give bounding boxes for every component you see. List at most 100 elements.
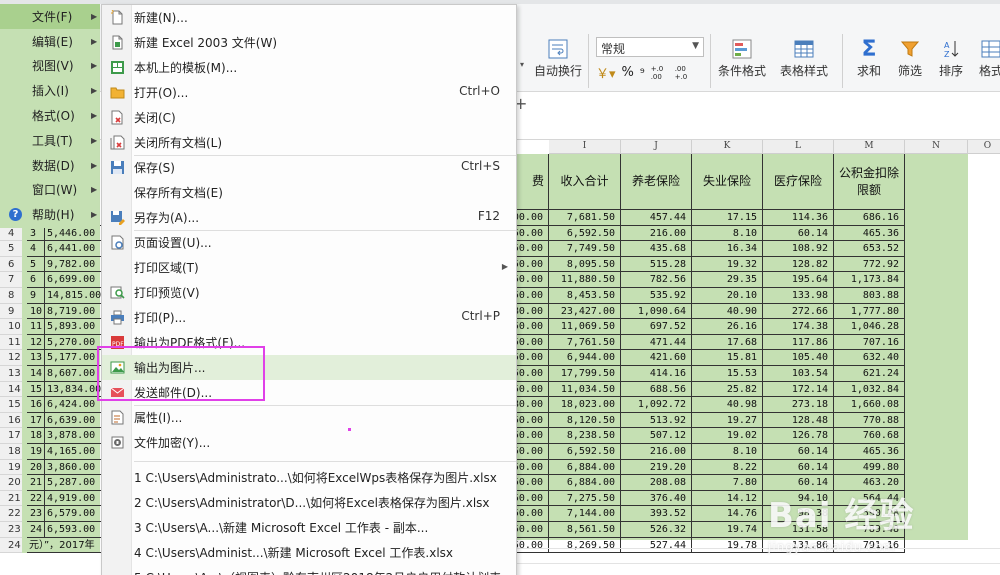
- fee-cell[interactable]: 50.00: [512, 319, 549, 335]
- fund-cell[interactable]: 1,173.84: [834, 272, 905, 288]
- amount-cell[interactable]: 5,287.00: [45, 475, 101, 491]
- pension-cell[interactable]: 219.20: [621, 459, 692, 476]
- fund-cell[interactable]: 707.16: [834, 334, 905, 351]
- sequence-cell[interactable]: 12: [27, 334, 45, 351]
- pension-cell[interactable]: 421.60: [621, 350, 692, 366]
- unemp-cell[interactable]: 7.80: [692, 475, 763, 491]
- medical-cell[interactable]: 108.92: [763, 241, 834, 257]
- sequence-cell[interactable]: 16: [27, 397, 45, 413]
- unemp-cell[interactable]: 14.12: [692, 490, 763, 507]
- income-cell[interactable]: 6,944.00: [549, 350, 621, 366]
- unemp-cell[interactable]: 19.27: [692, 412, 763, 429]
- row-number[interactable]: 14: [0, 381, 22, 398]
- ribbon-overflow-chevron[interactable]: ▾: [520, 60, 524, 69]
- amount-cell[interactable]: 4,919.00: [45, 491, 101, 507]
- row-number[interactable]: 17: [0, 428, 22, 444]
- fund-cell[interactable]: 1,032.84: [834, 381, 905, 398]
- medical-cell[interactable]: 172.14: [763, 381, 834, 398]
- income-cell[interactable]: 7,144.00: [549, 506, 621, 522]
- sequence-cell[interactable]: 13: [27, 350, 45, 366]
- pension-cell[interactable]: 1,092.72: [621, 397, 692, 413]
- sequence-cell[interactable]: 19: [27, 444, 45, 460]
- fee-cell[interactable]: 50.00: [512, 381, 549, 398]
- sort-button[interactable]: AZ 排序: [938, 36, 964, 79]
- increase-decimal-button[interactable]: +.0 .00: [651, 65, 669, 81]
- income-cell[interactable]: 11,034.50: [549, 381, 621, 398]
- medical-cell[interactable]: 126.78: [763, 428, 834, 444]
- row-number[interactable]: 9: [0, 303, 22, 320]
- unemp-cell[interactable]: 16.34: [692, 241, 763, 257]
- sequence-cell[interactable]: 22: [27, 490, 45, 507]
- table-header-cell[interactable]: 失业保险: [692, 154, 763, 210]
- unemp-cell[interactable]: 25.82: [692, 381, 763, 398]
- decrease-decimal-button[interactable]: .00 +.0: [675, 65, 693, 81]
- income-cell[interactable]: 7,275.50: [549, 490, 621, 507]
- column-header[interactable]: M: [834, 140, 905, 154]
- fee-cell[interactable]: 80.00: [512, 303, 549, 320]
- fee-cell[interactable]: 50.00: [512, 334, 549, 351]
- income-cell[interactable]: 7,749.50: [549, 241, 621, 257]
- fee-cell[interactable]: 50.00: [512, 225, 549, 242]
- amount-cell[interactable]: 3,878.00: [45, 428, 101, 444]
- fund-cell[interactable]: 772.92: [834, 256, 905, 273]
- row-number[interactable]: 22: [0, 506, 22, 522]
- column-header[interactable]: J: [621, 140, 692, 154]
- unemp-cell[interactable]: 19.02: [692, 428, 763, 444]
- file-menu-item[interactable]: 新建 Excel 2003 文件(W): [102, 30, 516, 55]
- fee-cell[interactable]: 80.00: [512, 397, 549, 413]
- unemp-cell[interactable]: 8.10: [692, 225, 763, 242]
- income-cell[interactable]: 11,880.50: [549, 272, 621, 288]
- sequence-cell[interactable]: 6: [27, 272, 45, 288]
- unemp-cell[interactable]: 17.15: [692, 210, 763, 226]
- medical-cell[interactable]: 114.36: [763, 210, 834, 226]
- main-menu-item[interactable]: 格式(O) ▶: [0, 103, 100, 128]
- main-menu-item[interactable]: 数据(D) ▶: [0, 153, 100, 178]
- pension-cell[interactable]: 527.44: [621, 537, 692, 554]
- row-number[interactable]: 12: [0, 350, 22, 366]
- fee-cell[interactable]: 50.00: [512, 490, 549, 507]
- fee-cell[interactable]: 50.00: [512, 428, 549, 444]
- amount-cell[interactable]: 元）”，2017年: [27, 538, 101, 554]
- fund-cell[interactable]: 770.88: [834, 412, 905, 429]
- fund-cell[interactable]: 499.80: [834, 459, 905, 476]
- file-menu-item[interactable]: 文件加密(Y)...: [102, 430, 516, 455]
- fund-cell[interactable]: 803.88: [834, 288, 905, 304]
- column-header[interactable]: L: [763, 140, 834, 154]
- amount-cell[interactable]: 9,782.00: [45, 257, 101, 273]
- fee-cell[interactable]: 50.00: [512, 366, 549, 382]
- row-number[interactable]: 10: [0, 319, 22, 335]
- unemp-cell[interactable]: 20.10: [692, 288, 763, 304]
- recent-file-item[interactable]: 5 C:\Users\A...\（视图表）黔东南州区2018年2月户户用付款计划…: [134, 569, 513, 575]
- pension-cell[interactable]: 216.00: [621, 444, 692, 460]
- fund-cell[interactable]: 465.36: [834, 225, 905, 242]
- income-cell[interactable]: 8,120.50: [549, 412, 621, 429]
- row-number[interactable]: 18: [0, 444, 22, 460]
- unemp-cell[interactable]: 17.68: [692, 334, 763, 351]
- amount-cell[interactable]: 14,815.00: [45, 288, 101, 304]
- fund-cell[interactable]: 686.16: [834, 210, 905, 226]
- sequence-cell[interactable]: 14: [27, 366, 45, 382]
- medical-cell[interactable]: 105.40: [763, 350, 834, 366]
- file-menu-item[interactable]: 新建(N)...: [102, 5, 516, 30]
- column-header[interactable]: N: [905, 140, 968, 154]
- amount-cell[interactable]: 3,860.00: [45, 460, 101, 476]
- unemp-cell[interactable]: 26.16: [692, 319, 763, 335]
- row-number[interactable]: 7: [0, 272, 22, 288]
- sequence-cell[interactable]: 11: [27, 319, 45, 335]
- format-button[interactable]: 格式: [978, 36, 1000, 79]
- main-menu-item[interactable]: 视图(V) ▶: [0, 54, 100, 79]
- medical-cell[interactable]: 272.66: [763, 303, 834, 320]
- table-style-button[interactable]: 表格样式: [780, 36, 828, 79]
- amount-cell[interactable]: 5,177.00: [45, 350, 101, 366]
- file-menu-item[interactable]: 打印预览(V): [102, 280, 516, 305]
- pension-cell[interactable]: 435.68: [621, 241, 692, 257]
- column-header[interactable]: K: [692, 140, 763, 154]
- currency-format-icon[interactable]: ￥▾: [596, 63, 616, 82]
- amount-cell[interactable]: 6,424.00: [45, 397, 101, 413]
- sequence-cell[interactable]: 23: [27, 506, 45, 522]
- income-cell[interactable]: 6,884.00: [549, 459, 621, 476]
- pension-cell[interactable]: 471.44: [621, 334, 692, 351]
- fee-cell[interactable]: 50.00: [512, 272, 549, 288]
- column-header[interactable]: O: [968, 140, 1000, 154]
- pension-cell[interactable]: 507.12: [621, 428, 692, 444]
